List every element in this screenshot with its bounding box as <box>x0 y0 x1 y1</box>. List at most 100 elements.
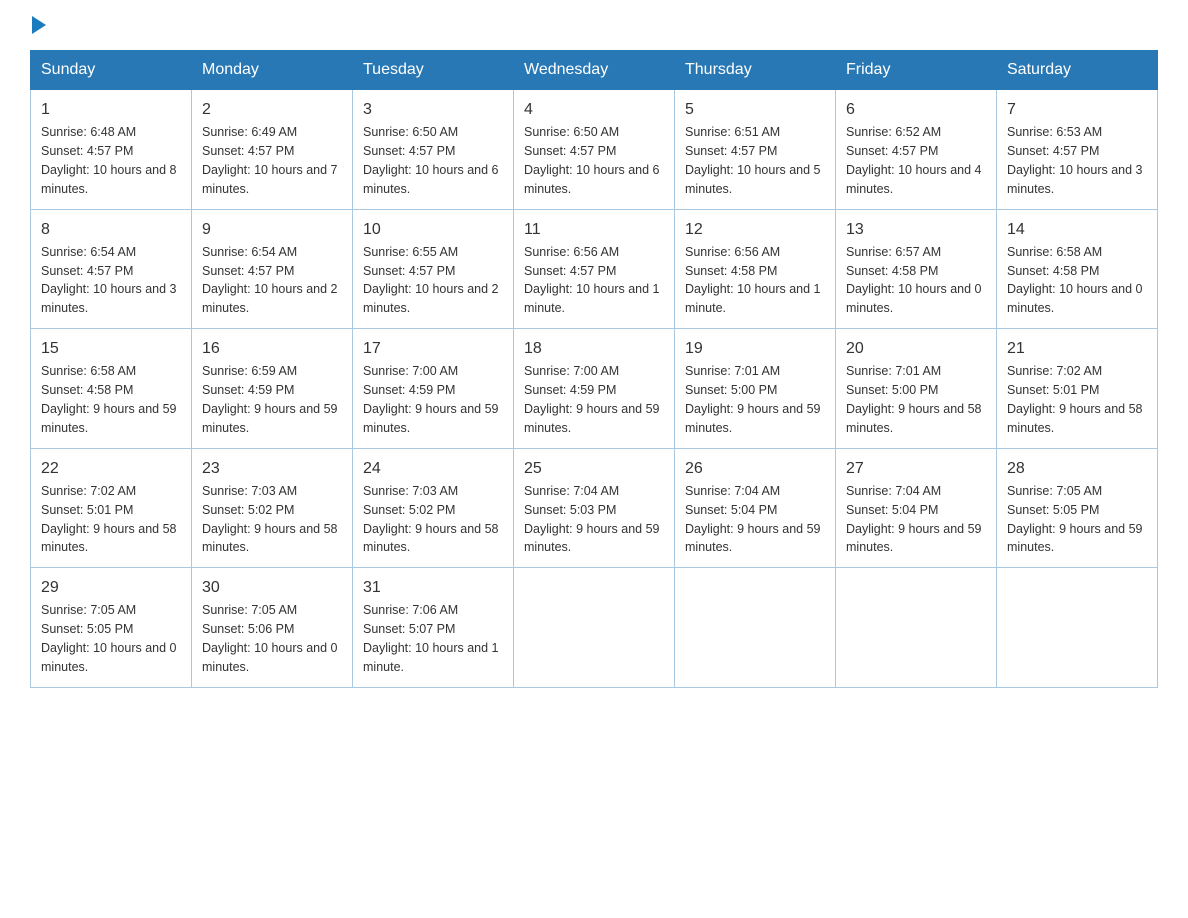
calendar-cell <box>836 568 997 688</box>
day-number: 16 <box>202 337 342 360</box>
day-number: 22 <box>41 457 181 480</box>
calendar-cell: 17 Sunrise: 7:00 AMSunset: 4:59 PMDayligh… <box>353 329 514 449</box>
day-number: 23 <box>202 457 342 480</box>
day-number: 25 <box>524 457 664 480</box>
calendar-table: SundayMondayTuesdayWednesdayThursdayFrid… <box>30 50 1158 688</box>
header-wednesday: Wednesday <box>514 51 675 90</box>
calendar-header-row: SundayMondayTuesdayWednesdayThursdayFrid… <box>31 51 1158 90</box>
calendar-cell: 11 Sunrise: 6:56 AMSunset: 4:57 PMDayligh… <box>514 209 675 329</box>
day-number: 18 <box>524 337 664 360</box>
week-row-5: 29 Sunrise: 7:05 AMSunset: 5:05 PMDayligh… <box>31 568 1158 688</box>
calendar-cell <box>514 568 675 688</box>
day-number: 4 <box>524 98 664 121</box>
calendar-cell <box>997 568 1158 688</box>
calendar-cell: 14 Sunrise: 6:58 AMSunset: 4:58 PMDayligh… <box>997 209 1158 329</box>
calendar-cell <box>675 568 836 688</box>
day-info: Sunrise: 7:05 AMSunset: 5:05 PMDaylight:… <box>41 603 177 674</box>
calendar-cell: 16 Sunrise: 6:59 AMSunset: 4:59 PMDayligh… <box>192 329 353 449</box>
calendar-cell: 31Sunrise: 7:06 AMSunset: 5:07 PMDayligh… <box>353 568 514 688</box>
day-info: Sunrise: 7:03 AMSunset: 5:02 PMDaylight:… <box>363 484 499 555</box>
calendar-cell: 1 Sunrise: 6:48 AMSunset: 4:57 PMDaylight… <box>31 90 192 210</box>
day-info: Sunrise: 6:55 AMSunset: 4:57 PMDaylight:… <box>363 245 499 316</box>
day-info: Sunrise: 7:06 AMSunset: 5:07 PMDaylight:… <box>363 603 499 674</box>
calendar-cell: 9 Sunrise: 6:54 AMSunset: 4:57 PMDaylight… <box>192 209 353 329</box>
header-thursday: Thursday <box>675 51 836 90</box>
day-number: 11 <box>524 218 664 241</box>
logo <box>30 20 46 30</box>
header-friday: Friday <box>836 51 997 90</box>
day-number: 13 <box>846 218 986 241</box>
week-row-1: 1 Sunrise: 6:48 AMSunset: 4:57 PMDaylight… <box>31 90 1158 210</box>
day-info: Sunrise: 7:01 AMSunset: 5:00 PMDaylight:… <box>685 364 821 435</box>
calendar-cell: 5 Sunrise: 6:51 AMSunset: 4:57 PMDaylight… <box>675 90 836 210</box>
day-number: 26 <box>685 457 825 480</box>
day-info: Sunrise: 7:05 AMSunset: 5:06 PMDaylight:… <box>202 603 338 674</box>
calendar-cell: 19 Sunrise: 7:01 AMSunset: 5:00 PMDayligh… <box>675 329 836 449</box>
day-number: 8 <box>41 218 181 241</box>
day-info: Sunrise: 6:54 AMSunset: 4:57 PMDaylight:… <box>202 245 338 316</box>
calendar-cell: 27Sunrise: 7:04 AMSunset: 5:04 PMDayligh… <box>836 448 997 568</box>
page-header <box>30 20 1158 30</box>
day-info: Sunrise: 7:02 AMSunset: 5:01 PMDaylight:… <box>1007 364 1143 435</box>
day-number: 7 <box>1007 98 1147 121</box>
day-info: Sunrise: 6:51 AMSunset: 4:57 PMDaylight:… <box>685 125 821 196</box>
day-number: 6 <box>846 98 986 121</box>
calendar-cell: 23 Sunrise: 7:03 AMSunset: 5:02 PMDayligh… <box>192 448 353 568</box>
calendar-cell: 18 Sunrise: 7:00 AMSunset: 4:59 PMDayligh… <box>514 329 675 449</box>
day-number: 3 <box>363 98 503 121</box>
day-number: 29 <box>41 576 181 599</box>
calendar-cell: 3 Sunrise: 6:50 AMSunset: 4:57 PMDaylight… <box>353 90 514 210</box>
calendar-cell: 28 Sunrise: 7:05 AMSunset: 5:05 PMDayligh… <box>997 448 1158 568</box>
day-number: 12 <box>685 218 825 241</box>
day-info: Sunrise: 7:04 AMSunset: 5:04 PMDaylight:… <box>685 484 821 555</box>
calendar-cell: 29 Sunrise: 7:05 AMSunset: 5:05 PMDayligh… <box>31 568 192 688</box>
calendar-cell: 24 Sunrise: 7:03 AMSunset: 5:02 PMDayligh… <box>353 448 514 568</box>
calendar-cell: 13 Sunrise: 6:57 AMSunset: 4:58 PMDayligh… <box>836 209 997 329</box>
day-info: Sunrise: 7:03 AMSunset: 5:02 PMDaylight:… <box>202 484 338 555</box>
day-info: Sunrise: 6:57 AMSunset: 4:58 PMDaylight:… <box>846 245 982 316</box>
day-info: Sunrise: 6:58 AMSunset: 4:58 PMDaylight:… <box>41 364 177 435</box>
calendar-cell: 25 Sunrise: 7:04 AMSunset: 5:03 PMDayligh… <box>514 448 675 568</box>
calendar-cell: 30 Sunrise: 7:05 AMSunset: 5:06 PMDayligh… <box>192 568 353 688</box>
day-number: 17 <box>363 337 503 360</box>
day-info: Sunrise: 6:50 AMSunset: 4:57 PMDaylight:… <box>524 125 660 196</box>
day-info: Sunrise: 7:04 AMSunset: 5:04 PMDaylight:… <box>846 484 982 555</box>
day-info: Sunrise: 6:49 AMSunset: 4:57 PMDaylight:… <box>202 125 338 196</box>
calendar-cell: 8Sunrise: 6:54 AMSunset: 4:57 PMDaylight… <box>31 209 192 329</box>
day-info: Sunrise: 6:56 AMSunset: 4:57 PMDaylight:… <box>524 245 660 316</box>
day-number: 5 <box>685 98 825 121</box>
calendar-cell: 21 Sunrise: 7:02 AMSunset: 5:01 PMDayligh… <box>997 329 1158 449</box>
week-row-2: 8 Sunrise: 6:54 AMSunset: 4:57 PMDaylight… <box>31 209 1158 329</box>
day-number: 28 <box>1007 457 1147 480</box>
calendar-cell: 6Sunrise: 6:52 AMSunset: 4:57 PMDaylight… <box>836 90 997 210</box>
calendar-cell: 20Sunrise: 7:01 AMSunset: 5:00 PMDayligh… <box>836 329 997 449</box>
day-info: Sunrise: 6:58 AMSunset: 4:58 PMDaylight:… <box>1007 245 1143 316</box>
calendar-cell: 26 Sunrise: 7:04 AMSunset: 5:04 PMDayligh… <box>675 448 836 568</box>
day-info: Sunrise: 7:04 AMSunset: 5:03 PMDaylight:… <box>524 484 660 555</box>
calendar-cell: 15 Sunrise: 6:58 AMSunset: 4:58 PMDayligh… <box>31 329 192 449</box>
day-number: 9 <box>202 218 342 241</box>
day-info: Sunrise: 7:00 AMSunset: 4:59 PMDaylight:… <box>524 364 660 435</box>
day-number: 24 <box>363 457 503 480</box>
day-info: Sunrise: 6:50 AMSunset: 4:57 PMDaylight:… <box>363 125 499 196</box>
day-info: Sunrise: 7:00 AMSunset: 4:59 PMDaylight:… <box>363 364 499 435</box>
week-row-4: 22Sunrise: 7:02 AMSunset: 5:01 PMDayligh… <box>31 448 1158 568</box>
day-info: Sunrise: 6:48 AMSunset: 4:57 PMDaylight:… <box>41 125 177 196</box>
calendar-cell: 12 Sunrise: 6:56 AMSunset: 4:58 PMDayligh… <box>675 209 836 329</box>
header-monday: Monday <box>192 51 353 90</box>
header-saturday: Saturday <box>997 51 1158 90</box>
day-number: 1 <box>41 98 181 121</box>
day-number: 19 <box>685 337 825 360</box>
day-info: Sunrise: 6:59 AMSunset: 4:59 PMDaylight:… <box>202 364 338 435</box>
day-number: 21 <box>1007 337 1147 360</box>
logo-triangle-icon <box>32 16 46 34</box>
day-number: 14 <box>1007 218 1147 241</box>
day-number: 10 <box>363 218 503 241</box>
day-number: 30 <box>202 576 342 599</box>
calendar-cell: 2Sunrise: 6:49 AMSunset: 4:57 PMDaylight… <box>192 90 353 210</box>
day-number: 15 <box>41 337 181 360</box>
day-info: Sunrise: 6:56 AMSunset: 4:58 PMDaylight:… <box>685 245 821 316</box>
calendar-cell: 4 Sunrise: 6:50 AMSunset: 4:57 PMDaylight… <box>514 90 675 210</box>
day-info: Sunrise: 7:05 AMSunset: 5:05 PMDaylight:… <box>1007 484 1143 555</box>
header-tuesday: Tuesday <box>353 51 514 90</box>
